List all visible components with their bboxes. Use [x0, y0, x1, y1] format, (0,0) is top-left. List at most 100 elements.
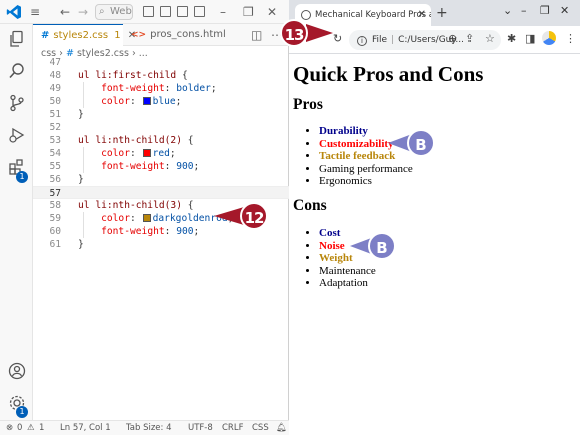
cons-heading: Cons: [293, 197, 327, 214]
semicolon: ;: [193, 226, 200, 237]
source-control-icon[interactable]: [8, 94, 26, 112]
line-number: 50: [49, 96, 61, 107]
site-info-icon[interactable]: i: [357, 36, 367, 46]
css-value: darkgoldenrod: [152, 213, 228, 224]
search-icon: ⌕: [99, 6, 105, 17]
toggle-primary-sidebar-icon[interactable]: [143, 6, 154, 17]
line-number: 54: [49, 148, 61, 159]
semicolon: ;: [169, 148, 176, 159]
open-brace: {: [176, 70, 188, 81]
command-search-text: Web...: [110, 6, 132, 17]
zoom-icon[interactable]: ⊕: [448, 32, 457, 46]
css-value: 900: [176, 226, 194, 237]
code-text: color: darkgoldenrod;: [78, 212, 233, 225]
code-text: }: [78, 173, 84, 186]
globe-favicon-icon: [301, 10, 311, 20]
tab-styles2-css[interactable]: # styles2.css 1 ✕: [33, 24, 136, 46]
color-swatch-icon[interactable]: [142, 97, 151, 105]
colon: :: [164, 226, 177, 237]
browser-menu-icon[interactable]: ⋮: [565, 32, 576, 46]
language-mode[interactable]: CSS: [252, 421, 269, 435]
line-ending[interactable]: CRLF: [222, 421, 243, 435]
vscode-titlebar: ≡ ← → ⌕ Web... – ❐ ✕: [0, 0, 289, 24]
profile-avatar-icon[interactable]: [542, 31, 556, 45]
explorer-icon[interactable]: [8, 30, 26, 48]
callout-b-cons-badge: B: [368, 232, 396, 260]
open-brace: {: [181, 200, 194, 211]
code-line[interactable]: 52: [33, 121, 289, 134]
toggle-panel-icon[interactable]: [160, 6, 171, 17]
warnings-icon[interactable]: ⚠: [27, 421, 35, 435]
extensions-puzzle-icon[interactable]: ✱: [507, 32, 516, 46]
close-window-icon[interactable]: ✕: [267, 4, 277, 20]
colon: :: [130, 96, 142, 107]
css-selector: ul li:nth-child(2): [78, 135, 182, 146]
address-bar[interactable]: i File | C:/Users/Guy...: [349, 30, 501, 50]
search-icon[interactable]: [8, 62, 26, 80]
tab-pros-cons-html[interactable]: <> pros_cons.html: [123, 24, 226, 46]
code-text: color: blue;: [78, 95, 181, 108]
browser-tab[interactable]: Mechanical Keyboard Pros and Cons ✕: [295, 4, 431, 26]
code-text: ul li:first-child {: [78, 69, 188, 82]
error-count[interactable]: 0: [17, 421, 22, 435]
accounts-icon[interactable]: [8, 362, 26, 380]
code-line[interactable]: 56}: [33, 173, 289, 186]
code-editor[interactable]: 47 48 ul li:first-child {49 font-weight: b…: [33, 57, 289, 420]
notifications-bell-icon[interactable]: 🔔︎: [276, 421, 287, 435]
address-scheme: File: [372, 35, 388, 45]
minimize-icon[interactable]: –: [521, 4, 527, 18]
toggle-secondary-sidebar-icon[interactable]: [177, 6, 188, 17]
side-panel-icon[interactable]: ◨: [525, 32, 535, 46]
minimize-icon[interactable]: –: [220, 4, 226, 20]
code-line[interactable]: 51}: [33, 108, 289, 121]
command-search-box[interactable]: ⌕ Web...: [95, 4, 133, 20]
browser-window: Mechanical Keyboard Pros and Cons ✕ + ⌄ …: [289, 0, 580, 435]
file-encoding[interactable]: UTF-8: [188, 421, 213, 435]
css-property: color: [101, 96, 130, 107]
errors-icon[interactable]: ⊗: [6, 421, 13, 435]
code-line[interactable]: 48 ul li:first-child {: [33, 69, 289, 82]
color-swatch-icon[interactable]: [142, 214, 151, 222]
code-line[interactable]: 57: [33, 186, 289, 199]
code-line[interactable]: 47: [33, 56, 289, 69]
code-line[interactable]: 54 color: red;: [33, 147, 289, 160]
forward-arrow-icon[interactable]: →: [78, 4, 88, 20]
line-number: 49: [49, 83, 61, 94]
color-swatch-icon[interactable]: [142, 149, 151, 157]
reload-icon[interactable]: ↻: [333, 32, 342, 46]
close-window-icon[interactable]: ✕: [560, 4, 569, 18]
list-item: Durability: [319, 125, 413, 138]
css-selector: ul li:first-child: [78, 70, 177, 81]
bookmark-star-icon[interactable]: ☆: [485, 32, 495, 46]
callout-13-badge: 13: [280, 19, 308, 47]
code-line[interactable]: 50 color: blue;: [33, 95, 289, 108]
list-item: Tactile feedback: [319, 150, 413, 163]
restore-icon[interactable]: ❐: [540, 4, 550, 18]
css-value: 900: [176, 161, 194, 172]
back-arrow-icon[interactable]: ←: [60, 4, 70, 20]
css-file-icon: #: [41, 30, 50, 41]
hamburger-menu-icon[interactable]: ≡: [30, 4, 40, 20]
code-line[interactable]: 53 ul li:nth-child(2) {: [33, 134, 289, 147]
code-line[interactable]: 61}: [33, 238, 289, 251]
new-tab-plus-icon[interactable]: +: [436, 5, 448, 21]
code-line[interactable]: 55 font-weight: 900;: [33, 160, 289, 173]
restore-icon[interactable]: ❐: [243, 4, 254, 20]
customize-layout-icon[interactable]: [194, 6, 205, 17]
pros-list: Durability Customizability Tactile feedb…: [319, 125, 413, 188]
warning-count[interactable]: 1: [39, 421, 44, 435]
cursor-position[interactable]: Ln 57, Col 1: [60, 421, 111, 435]
line-number: 52: [49, 122, 61, 133]
share-icon[interactable]: ⇪: [465, 32, 474, 46]
split-editor-icon[interactable]: ◫: [251, 27, 262, 43]
close-tab-icon[interactable]: ✕: [418, 4, 426, 26]
html-file-icon: <>: [131, 30, 147, 40]
code-line[interactable]: 49 font-weight: bolder;: [33, 82, 289, 95]
line-number: 51: [49, 109, 61, 120]
web-page-content: Quick Pros and Cons Pros Durability Cust…: [289, 54, 580, 435]
tab-size[interactable]: Tab Size: 4: [126, 421, 172, 435]
list-item: Weight: [319, 252, 376, 265]
tab-search-chevron-icon[interactable]: ⌄: [503, 4, 512, 18]
css-property: font-weight: [101, 161, 165, 172]
run-and-debug-icon[interactable]: [8, 126, 26, 144]
